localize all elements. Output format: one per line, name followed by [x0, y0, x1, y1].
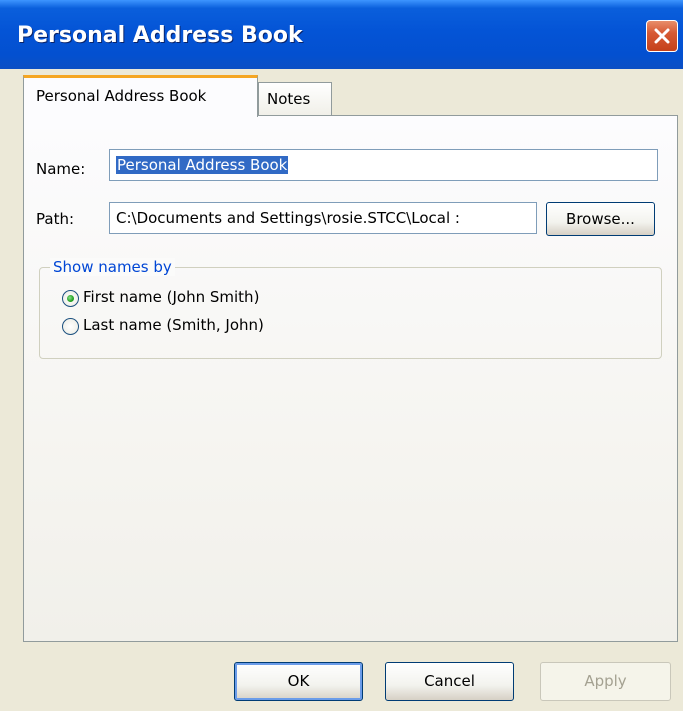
- cancel-button[interactable]: Cancel: [385, 662, 514, 701]
- name-value: Personal Address Book: [116, 156, 289, 174]
- radio-selected-dot: [67, 295, 74, 302]
- ok-button[interactable]: OK: [234, 662, 363, 701]
- close-icon: [654, 28, 670, 44]
- name-label: Name:: [36, 160, 86, 178]
- radio-first-name-label[interactable]: First name (John Smith): [83, 288, 259, 306]
- show-names-legend: Show names by: [50, 258, 175, 276]
- show-names-group: [39, 267, 662, 359]
- title-bar: Personal Address Book: [0, 0, 683, 69]
- radio-first-name[interactable]: [62, 290, 79, 307]
- name-field[interactable]: Personal Address Book: [109, 149, 658, 181]
- tab-notes[interactable]: Notes: [258, 82, 332, 116]
- radio-last-name-label[interactable]: Last name (Smith, John): [83, 316, 264, 334]
- tab-personal-address-book[interactable]: Personal Address Book: [23, 75, 258, 117]
- window-title: Personal Address Book: [17, 23, 303, 48]
- path-label: Path:: [36, 210, 75, 228]
- tab-label: Notes: [267, 90, 311, 108]
- tab-label: Personal Address Book: [36, 87, 207, 105]
- tab-panel: [23, 115, 678, 642]
- close-button[interactable]: [646, 20, 678, 52]
- path-value: C:\Documents and Settings\rosie.STCC\Loc…: [116, 209, 460, 227]
- browse-button[interactable]: Browse...: [546, 202, 655, 236]
- path-field[interactable]: C:\Documents and Settings\rosie.STCC\Loc…: [109, 202, 537, 234]
- apply-button[interactable]: Apply: [540, 662, 671, 701]
- radio-last-name[interactable]: [62, 318, 79, 335]
